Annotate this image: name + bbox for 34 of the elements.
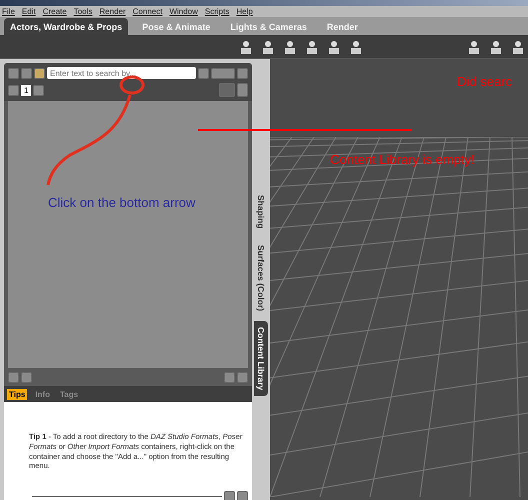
add-button[interactable] — [8, 372, 19, 382]
info-tab[interactable]: Tips — [7, 388, 28, 400]
next-tip-button[interactable] — [237, 491, 248, 500]
menu-item[interactable]: Connect — [132, 7, 162, 16]
menu-item[interactable]: Window — [169, 7, 198, 16]
menu-item[interactable]: Render — [99, 7, 126, 16]
forward-button[interactable] — [21, 68, 32, 78]
back-button[interactable] — [8, 68, 19, 78]
side-tab[interactable]: Shaping — [254, 189, 268, 235]
menu-item[interactable]: Edit — [22, 7, 36, 16]
view-mode-button[interactable] — [237, 83, 248, 97]
menu-item[interactable]: Tools — [74, 7, 92, 16]
side-tab[interactable]: Content Library — [254, 320, 268, 396]
settings-button[interactable] — [237, 372, 248, 382]
next-page-button[interactable] — [33, 84, 44, 96]
search-button[interactable] — [237, 68, 248, 78]
workspace-tab[interactable]: Actors, Wardrobe & Props — [4, 18, 128, 35]
side-tab[interactable]: Surfaces (Color) — [254, 238, 268, 317]
page-number: 1 — [21, 84, 32, 96]
figure-button[interactable] — [34, 68, 45, 78]
refresh-button[interactable] — [224, 372, 235, 382]
previous-tip-button[interactable] — [224, 491, 235, 500]
clear-button[interactable] — [198, 68, 209, 78]
previous-page-button[interactable] — [8, 84, 19, 96]
remove-button[interactable] — [21, 372, 32, 382]
menu-item[interactable]: Scripts — [204, 7, 230, 16]
menu-item[interactable]: Help — [236, 7, 253, 16]
annotation-text: Click on the bottom arrow — [48, 195, 196, 210]
annotation-text: Did searc — [457, 74, 512, 89]
dropdown-button[interactable] — [211, 68, 235, 78]
menu-item[interactable]: File — [2, 7, 15, 16]
menu-item[interactable]: Create — [42, 7, 67, 16]
annotation-text: Content Library is empty! — [330, 152, 475, 167]
annotation-circle — [120, 76, 144, 94]
